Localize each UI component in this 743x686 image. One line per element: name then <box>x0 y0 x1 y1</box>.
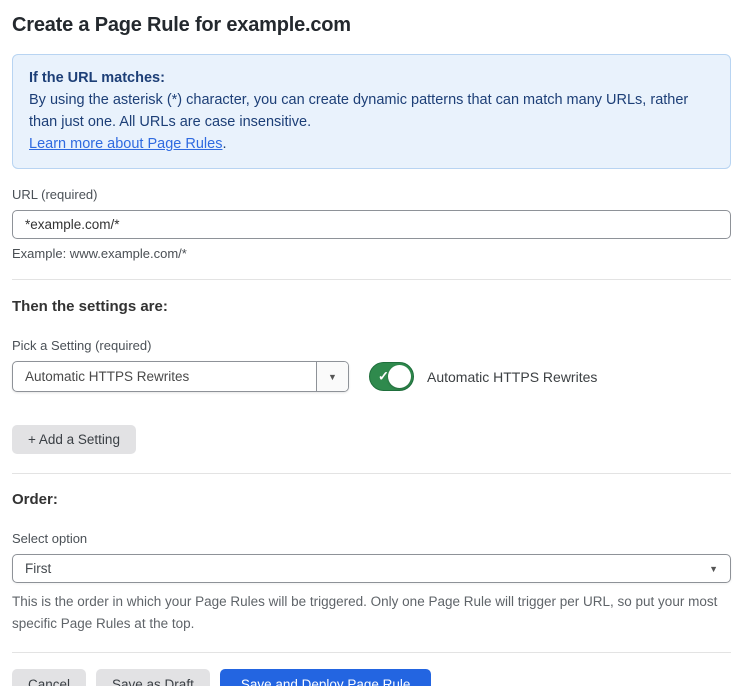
url-field-label: URL (required) <box>12 187 98 202</box>
setting-row: Automatic HTTPS Rewrites ▼ ✓ Automatic H… <box>12 361 731 392</box>
order-helper-text: This is the order in which your Page Rul… <box>12 594 718 631</box>
order-select-value: First <box>25 561 52 576</box>
divider <box>12 473 731 474</box>
footer-actions: Cancel Save as Draft Save and Deploy Pag… <box>12 669 731 686</box>
info-box-link-line: Learn more about Page Rules. <box>29 133 714 155</box>
save-as-draft-button[interactable]: Save as Draft <box>96 669 210 686</box>
add-setting-button[interactable]: + Add a Setting <box>12 425 136 454</box>
page-title: Create a Page Rule for example.com <box>12 14 351 36</box>
divider <box>12 279 731 280</box>
info-box-heading: If the URL matches: <box>29 70 165 86</box>
https-rewrites-toggle[interactable]: ✓ <box>369 362 414 391</box>
learn-more-link[interactable]: Learn more about Page Rules <box>29 136 222 152</box>
setting-dropdown-button[interactable]: ▼ <box>316 362 348 391</box>
select-option-label: Select option <box>12 531 88 546</box>
url-match-info-box: If the URL matches: By using the asteris… <box>12 54 731 169</box>
link-suffix: . <box>222 136 227 152</box>
pick-setting-label: Pick a Setting (required) <box>12 338 152 353</box>
toggle-knob <box>388 365 411 388</box>
order-select[interactable]: First ▼ <box>12 554 731 583</box>
url-example-helper: Example: www.example.com/* <box>12 246 187 261</box>
setting-dropdown[interactable]: Automatic HTTPS Rewrites ▼ <box>12 361 349 392</box>
settings-section-heading: Then the settings are: <box>12 298 168 315</box>
save-and-deploy-button[interactable]: Save and Deploy Page Rule <box>219 669 432 686</box>
toggle-label: Automatic HTTPS Rewrites <box>427 368 598 385</box>
divider <box>12 652 731 653</box>
url-input[interactable] <box>12 210 731 239</box>
info-box-body: By using the asterisk (*) character, you… <box>29 92 689 130</box>
cancel-button[interactable]: Cancel <box>12 669 87 686</box>
chevron-down-icon: ▼ <box>328 371 337 382</box>
order-section-heading: Order: <box>12 491 58 508</box>
create-page-rule-panel: Create a Page Rule for example.com If th… <box>0 0 743 686</box>
chevron-down-icon: ▼ <box>709 563 718 574</box>
setting-dropdown-value: Automatic HTTPS Rewrites <box>25 369 190 384</box>
